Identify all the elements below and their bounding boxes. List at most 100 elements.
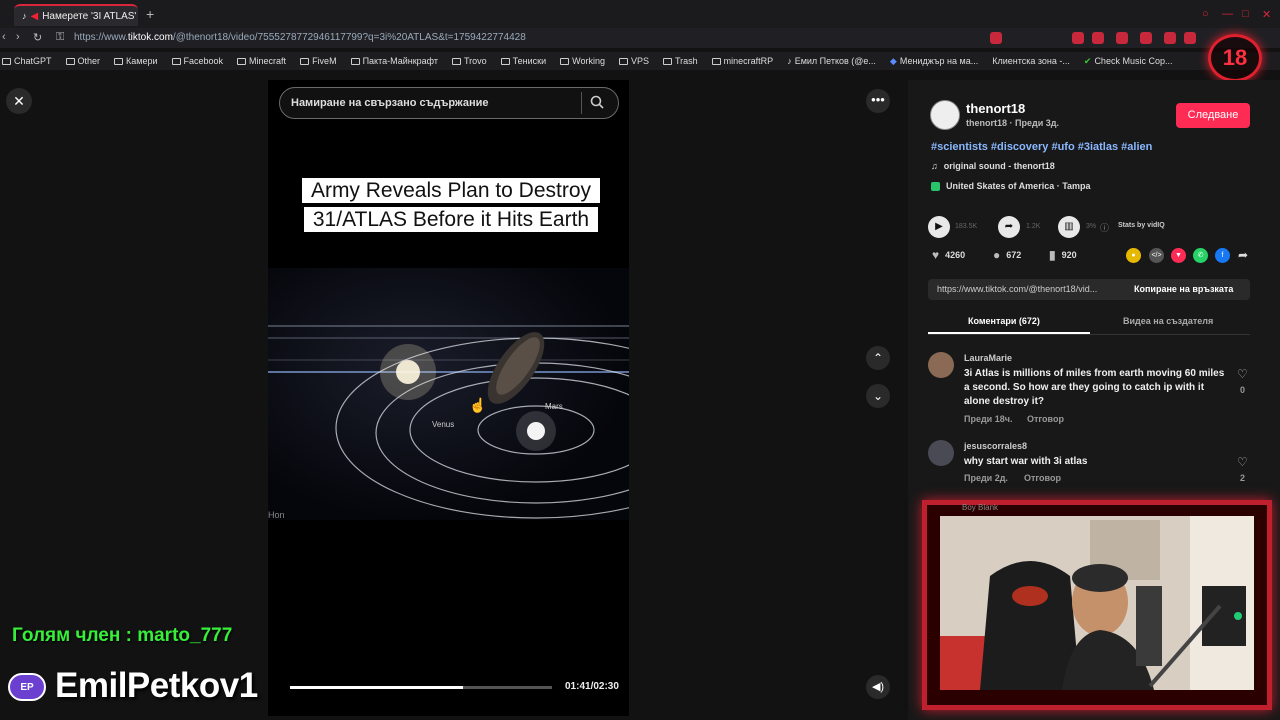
avatar[interactable] — [930, 100, 960, 130]
extension-icon[interactable] — [1072, 32, 1084, 44]
heart-icon[interactable]: ♡ — [1237, 367, 1248, 381]
comment-username-peek: Boy Blank — [962, 503, 999, 512]
bookmark-item[interactable]: Камери — [114, 56, 158, 66]
embed-icon[interactable]: </> — [1149, 248, 1164, 263]
bookmark-item[interactable]: minecraftRP — [711, 56, 773, 66]
comment-like-count: 2 — [1240, 473, 1246, 483]
reload-icon[interactable]: ↻ — [33, 31, 42, 44]
comment-like-count: 0 — [1240, 385, 1246, 395]
search-icon[interactable]: ○ — [1202, 8, 1209, 20]
comment-username[interactable]: jesuscorrales8 — [964, 441, 1027, 451]
browser-tab-active[interactable]: ♪ ◀ Намерете '3I ATLAS' в — [14, 4, 138, 26]
follow-button[interactable]: Следване — [1176, 103, 1250, 128]
facebook-icon[interactable]: f — [1215, 248, 1230, 263]
stats-bars-icon[interactable]: ▥ — [1058, 216, 1080, 238]
close-button[interactable]: ✕ — [6, 88, 32, 114]
folder-icon — [663, 57, 672, 65]
browser-tab-bar — [0, 0, 1280, 28]
tiktok-icon: ♪ — [22, 11, 27, 21]
bookmark-item[interactable]: ◆ Мениджър на ма... — [890, 56, 978, 67]
bookmark-item[interactable]: Тениски — [500, 56, 546, 66]
reply-button[interactable]: Отговор — [1027, 414, 1064, 424]
bookmark-item[interactable]: Trash — [663, 56, 698, 66]
bookmark-item[interactable]: ♪ Емил Петков (@e... — [787, 56, 876, 66]
back-icon[interactable]: ‹ — [2, 31, 6, 43]
avatar[interactable] — [928, 440, 954, 466]
bookmark-item[interactable]: Trovo — [451, 56, 487, 66]
tab-creator-videos[interactable]: Видеа на създателя — [1123, 316, 1213, 326]
extension-icon[interactable] — [1164, 32, 1176, 44]
video-progress-bar[interactable] — [290, 686, 552, 689]
extension-icon[interactable] — [1092, 32, 1104, 44]
forward-icon[interactable]: › — [16, 31, 20, 43]
like-button[interactable]: ♥ 4260 — [932, 248, 965, 262]
bookmark-item[interactable]: Other — [65, 56, 100, 66]
folder-icon — [114, 57, 124, 65]
extension-icon[interactable] — [1116, 32, 1128, 44]
bookmark-item[interactable]: FiveM — [300, 56, 337, 66]
folder-icon — [618, 57, 628, 65]
tiktok-icon: ♪ — [787, 56, 792, 66]
creator-username[interactable]: thenort18 — [966, 101, 1025, 116]
url-field[interactable]: https://www.tiktok.com/@thenort18/video/… — [74, 32, 526, 43]
creator-meta: thenort18 · Преди 3д. — [966, 118, 1059, 128]
bookmark-item[interactable]: Пакта-Майнкрафт — [350, 56, 438, 66]
close-window-icon[interactable]: ✕ — [1262, 8, 1271, 21]
bookmarks-bar: ChatGPT Other Камери Facebook Minecraft … — [0, 52, 1280, 70]
next-video-button[interactable]: ⌄ — [866, 384, 890, 408]
bookmark-item[interactable]: Facebook — [171, 56, 223, 66]
location-link[interactable]: United Skates of America · Tampa — [931, 181, 1091, 191]
tab-comments[interactable]: Коментари (672) — [968, 316, 1040, 326]
folder-icon — [451, 57, 461, 65]
comment-text: 3i Atlas is millions of miles from earth… — [964, 368, 1225, 407]
bookmark-item[interactable]: Клиентска зона -... — [992, 56, 1070, 66]
copy-link-button[interactable]: Копиране на връзката — [1134, 279, 1233, 300]
stats-by-vidiq: Stats by vidIQ — [1118, 222, 1165, 229]
related-search-input[interactable]: Намиране на свързано съдържание — [279, 87, 619, 119]
bookmark-item[interactable]: ✔ Check Music Cop... — [1084, 56, 1173, 67]
coin-icon[interactable]: ● — [1126, 248, 1141, 263]
hashtags[interactable]: #scientists #discovery #ufo #3iatlas #al… — [931, 141, 1152, 153]
save-button[interactable]: ▮ 920 — [1049, 248, 1077, 262]
volume-button[interactable]: ◀) — [866, 675, 890, 699]
info-icon[interactable]: ⓘ — [1100, 221, 1109, 234]
folder-icon — [237, 57, 247, 65]
folder-icon — [711, 57, 721, 65]
previous-video-button[interactable]: ⌃ — [866, 346, 890, 370]
lock-icon: ⚿ — [56, 31, 65, 43]
tab-divider — [928, 334, 1250, 335]
streamer-logo-icon: EP — [8, 673, 46, 701]
reply-button[interactable]: Отговор — [1024, 473, 1061, 483]
folder-icon — [300, 57, 310, 65]
bookmark-item[interactable]: ChatGPT — [2, 56, 52, 66]
send-icon[interactable]: ▼ — [1171, 248, 1186, 263]
folder-icon — [350, 57, 360, 65]
comment-button[interactable]: ● 672 — [993, 248, 1021, 262]
bookmark-item[interactable]: Minecraft — [237, 56, 286, 66]
heart-icon[interactable]: ♡ — [1237, 455, 1248, 469]
extension-icon[interactable] — [990, 32, 1002, 44]
comment-time: Преди 18ч. — [964, 414, 1013, 424]
minimize-icon[interactable]: — — [1222, 8, 1233, 20]
comment-text: why start war with 3i atlas — [964, 456, 1088, 467]
play-icon[interactable]: ▶ — [928, 216, 950, 238]
stat-shares: 1.2K — [1026, 223, 1041, 230]
folder-icon — [560, 57, 570, 65]
extension-icon[interactable] — [1140, 32, 1152, 44]
comment-username[interactable]: LauraMarie — [964, 353, 1012, 363]
folder-icon — [65, 57, 75, 65]
search-icon[interactable] — [590, 95, 604, 112]
sound-link[interactable]: ♫ original sound - thenort18 — [931, 161, 1055, 171]
folder-icon — [171, 57, 181, 65]
speaker-icon: ◀ — [30, 10, 39, 22]
avatar[interactable] — [928, 352, 954, 378]
more-options-button[interactable]: ••• — [866, 89, 890, 113]
maximize-icon[interactable]: □ — [1242, 8, 1249, 20]
whatsapp-icon[interactable]: ✆ — [1193, 248, 1208, 263]
more-share-icon[interactable]: ➦ — [1238, 248, 1248, 262]
bookmark-item[interactable]: Working — [560, 56, 605, 66]
extension-icon[interactable] — [1184, 32, 1196, 44]
new-tab-button[interactable]: + — [146, 6, 154, 22]
share-arrow-icon[interactable]: ➦ — [998, 216, 1020, 238]
bookmark-item[interactable]: VPS — [618, 56, 649, 66]
